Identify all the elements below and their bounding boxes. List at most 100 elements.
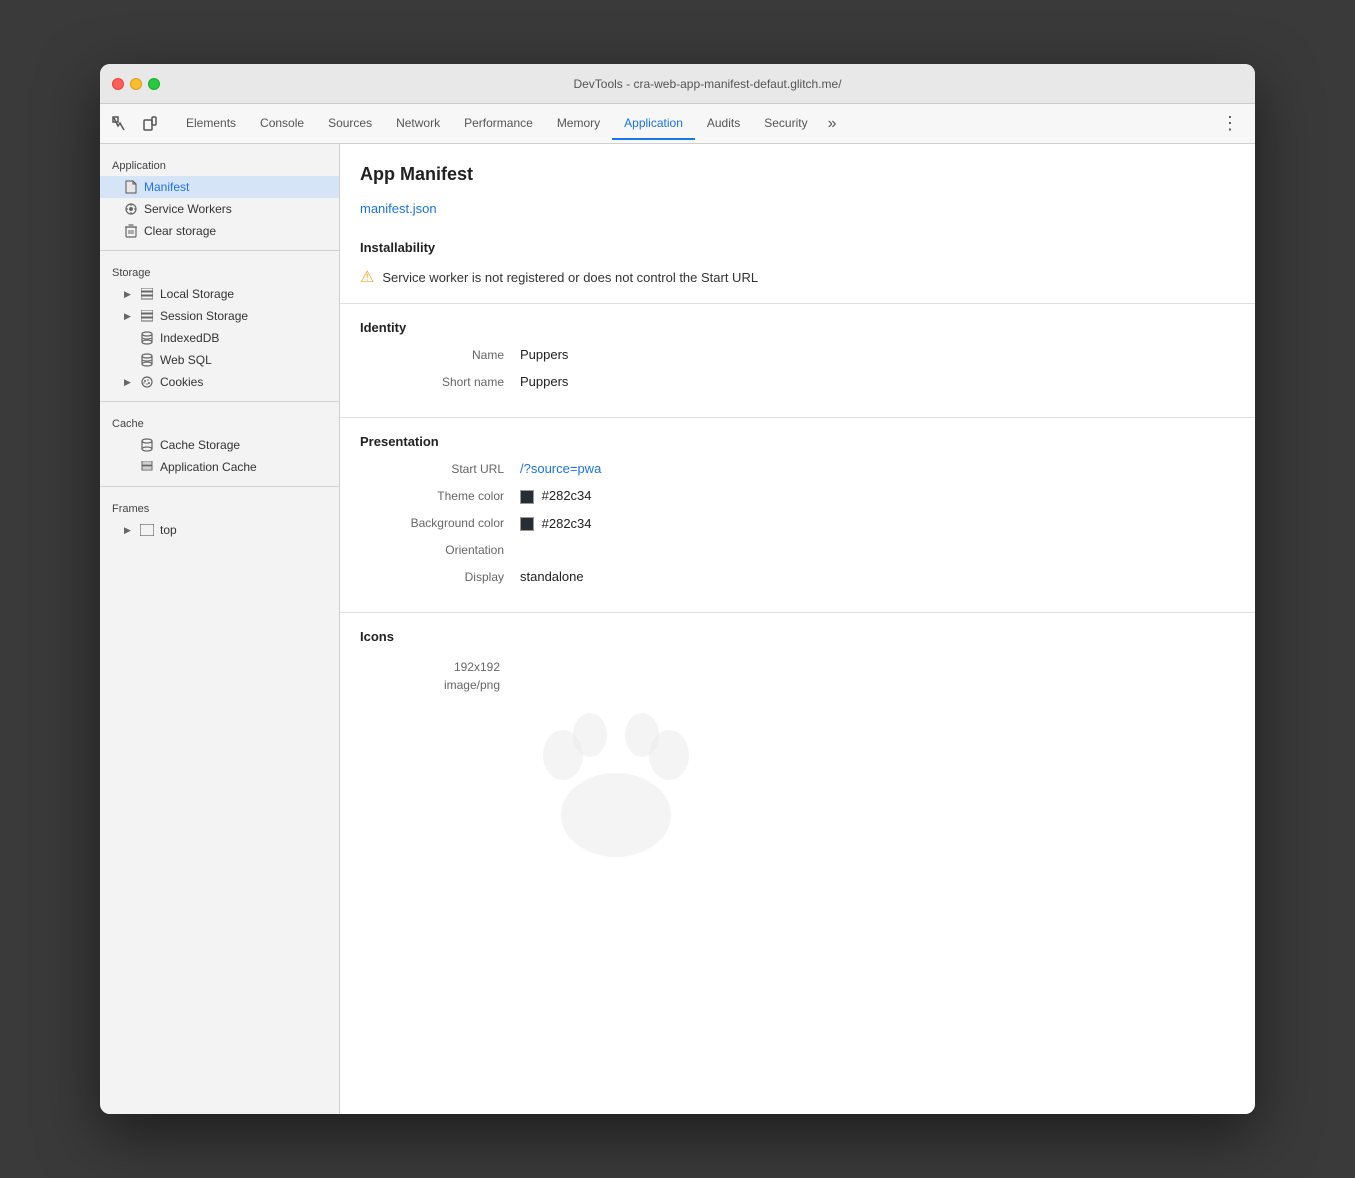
icon-type: image/png (360, 678, 500, 692)
icon-size: 192x192 (360, 660, 500, 674)
sidebar-item-top-label: top (160, 523, 177, 537)
sidebar-section-storage: Storage (100, 259, 339, 283)
session-storage-arrow: ▶ (124, 311, 134, 322)
icon-entry: 192x192 image/png (360, 660, 1235, 860)
field-value-bg-color: #282c34 (520, 516, 592, 532)
tab-network[interactable]: Network (384, 108, 452, 140)
field-label-theme-color: Theme color (360, 489, 520, 503)
sidebar-item-service-workers[interactable]: Service Workers (100, 198, 339, 220)
bg-color-text: #282c34 (542, 516, 592, 531)
field-row-bg-color: Background color #282c34 (360, 516, 1235, 532)
sidebar-section-cache: Cache (100, 410, 339, 434)
main-area: Application Manifest (100, 144, 1255, 1114)
field-row-orientation: Orientation (360, 543, 1235, 557)
sidebar-item-session-storage[interactable]: ▶ Session Storage (100, 305, 339, 327)
sidebar-item-top[interactable]: ▶ top (100, 519, 339, 541)
installability-warning: ⚠ Service worker is not registered or do… (360, 267, 1235, 287)
sidebar-item-clear-storage-label: Clear storage (144, 224, 216, 238)
tab-console[interactable]: Console (248, 108, 316, 140)
sidebar-separator-3 (100, 486, 339, 487)
field-value-start-url: /?source=pwa (520, 461, 601, 476)
sidebar-section-frames: Frames (100, 495, 339, 519)
start-url-link[interactable]: /?source=pwa (520, 461, 601, 476)
sidebar-item-clear-storage[interactable]: Clear storage (100, 220, 339, 242)
titlebar: DevTools - cra-web-app-manifest-defaut.g… (100, 64, 1255, 104)
sidebar-item-local-storage[interactable]: ▶ Local Storage (100, 283, 339, 305)
identity-section: Identity Name Puppers Short name Puppers (340, 304, 1255, 418)
clear-storage-icon (124, 224, 138, 238)
tab-memory[interactable]: Memory (545, 108, 612, 140)
tab-application[interactable]: Application (612, 108, 695, 140)
local-storage-arrow: ▶ (124, 289, 134, 300)
icons-title: Icons (360, 629, 1235, 644)
tab-list: Elements Console Sources Network Perform… (174, 108, 1213, 140)
sidebar-separator-2 (100, 401, 339, 402)
installability-title: Installability (360, 240, 1235, 255)
device-toolbar-icon[interactable] (138, 112, 162, 136)
theme-color-text: #282c34 (542, 488, 592, 503)
installability-warning-text: Service worker is not registered or does… (382, 270, 758, 285)
sidebar-item-cookies-label: Cookies (160, 375, 203, 389)
field-value-name: Puppers (520, 347, 568, 362)
paw-icon (516, 660, 716, 860)
bg-color-swatch (520, 517, 534, 531)
field-label-orientation: Orientation (360, 543, 520, 557)
sidebar-separator-1 (100, 250, 339, 251)
theme-color-swatch (520, 490, 534, 504)
sidebar-item-application-cache-label: Application Cache (160, 460, 257, 474)
sidebar-item-cookies[interactable]: ▶ Cookies (100, 371, 339, 393)
tab-security[interactable]: Security (752, 108, 819, 140)
warning-icon: ⚠ (360, 267, 374, 287)
minimize-button[interactable] (130, 78, 142, 90)
field-row-theme-color: Theme color #282c34 (360, 488, 1235, 504)
tab-performance[interactable]: Performance (452, 108, 545, 140)
close-button[interactable] (112, 78, 124, 90)
sidebar-item-indexeddb[interactable]: ▶ IndexedDB (100, 327, 339, 349)
sidebar: Application Manifest (100, 144, 340, 1114)
indexeddb-icon (140, 331, 154, 345)
page-title: App Manifest (340, 144, 1255, 193)
cache-storage-icon (140, 438, 154, 452)
devtools-window: DevTools - cra-web-app-manifest-defaut.g… (100, 64, 1255, 1114)
sidebar-item-service-workers-label: Service Workers (144, 202, 232, 216)
more-tabs-button[interactable]: » (820, 115, 845, 133)
sidebar-item-cache-storage-label: Cache Storage (160, 438, 240, 452)
tab-elements[interactable]: Elements (174, 108, 248, 140)
manifest-json-link[interactable]: manifest.json (340, 193, 1255, 224)
presentation-section: Presentation Start URL /?source=pwa Them… (340, 418, 1255, 613)
sidebar-item-manifest-label: Manifest (144, 180, 189, 194)
installability-section: Installability ⚠ Service worker is not r… (340, 224, 1255, 304)
field-row-short-name: Short name Puppers (360, 374, 1235, 389)
field-value-short-name: Puppers (520, 374, 568, 389)
sidebar-item-cache-storage[interactable]: ▶ Cache Storage (100, 434, 339, 456)
sidebar-section-application: Application (100, 152, 339, 176)
sidebar-item-web-sql[interactable]: ▶ Web SQL (100, 349, 339, 371)
local-storage-icon (140, 287, 154, 301)
devtools-menu-button[interactable]: ⋮ (1213, 113, 1247, 134)
tab-audits[interactable]: Audits (695, 108, 752, 140)
field-value-theme-color: #282c34 (520, 488, 592, 504)
field-row-start-url: Start URL /?source=pwa (360, 461, 1235, 476)
window-title: DevTools - cra-web-app-manifest-defaut.g… (172, 77, 1243, 91)
sidebar-item-indexeddb-label: IndexedDB (160, 331, 219, 345)
web-sql-icon (140, 353, 154, 367)
sidebar-item-manifest[interactable]: Manifest (100, 176, 339, 198)
tab-sources[interactable]: Sources (316, 108, 384, 140)
icons-section: Icons 192x192 image/png (340, 613, 1255, 876)
field-label-display: Display (360, 570, 520, 584)
application-cache-icon (140, 460, 154, 474)
field-label-short-name: Short name (360, 375, 520, 389)
inspect-icon[interactable] (108, 112, 132, 136)
sidebar-item-application-cache[interactable]: ▶ Application Cache (100, 456, 339, 478)
field-label-bg-color: Background color (360, 516, 520, 530)
icon-meta: 192x192 image/png (360, 660, 500, 692)
field-label-start-url: Start URL (360, 462, 520, 476)
traffic-lights (112, 78, 160, 90)
field-row-display: Display standalone (360, 569, 1235, 584)
content-panel: App Manifest manifest.json Installabilit… (340, 144, 1255, 1114)
presentation-title: Presentation (360, 434, 1235, 449)
toolbar: Elements Console Sources Network Perform… (100, 104, 1255, 144)
cookies-arrow: ▶ (124, 377, 134, 388)
maximize-button[interactable] (148, 78, 160, 90)
service-workers-icon (124, 202, 138, 216)
